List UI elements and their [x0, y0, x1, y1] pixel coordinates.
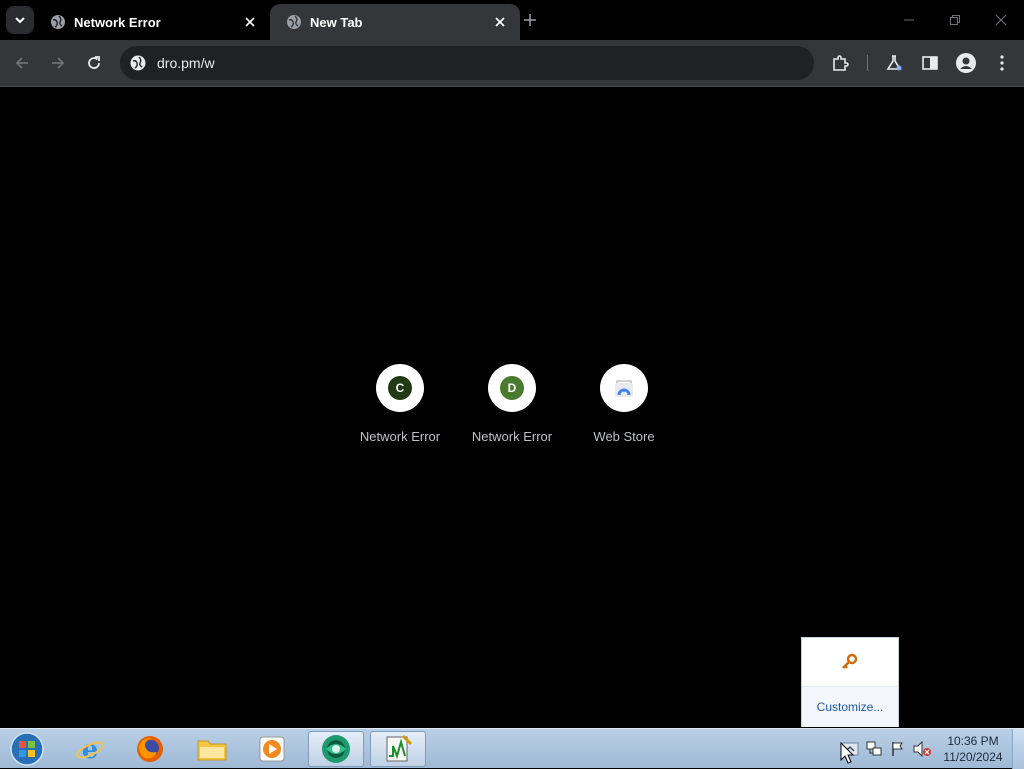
shortcut-tile[interactable]: C Network Error — [344, 364, 456, 444]
profile-button[interactable] — [954, 51, 978, 75]
address-text: dro.pm/w — [157, 55, 215, 71]
puzzle-icon — [833, 55, 849, 71]
shortcut-tile[interactable]: Web Store — [568, 364, 680, 444]
tray-network[interactable] — [864, 739, 884, 759]
windows-start-icon — [10, 732, 44, 766]
side-panel-button[interactable] — [918, 51, 942, 75]
activity-monitor-icon — [386, 734, 413, 762]
svg-text:e: e — [82, 735, 99, 764]
site-info-icon[interactable] — [129, 54, 147, 72]
taskbar-clock[interactable]: 10:36 PM 11/20/2024 — [938, 733, 1008, 765]
media-player-icon — [259, 736, 285, 762]
close-window-button[interactable] — [988, 8, 1014, 32]
close-icon — [995, 14, 1007, 26]
globe-icon — [287, 15, 301, 29]
taskbar-internet-explorer[interactable]: e — [62, 731, 118, 767]
new-tab-button[interactable] — [520, 10, 540, 30]
internet-explorer-icon: e — [76, 735, 104, 764]
close-tab-icon[interactable] — [490, 12, 510, 32]
taskbar-file-explorer[interactable] — [184, 731, 240, 767]
taskbar-activity-monitor[interactable] — [370, 731, 426, 767]
tab-title: New Tab — [310, 14, 363, 30]
taskbar-firefox[interactable] — [122, 731, 178, 767]
shortcut-letter-icon: C — [388, 376, 412, 400]
tab-new-tab[interactable]: New Tab — [270, 4, 520, 40]
minimize-icon — [904, 19, 914, 21]
flask-icon — [886, 55, 902, 71]
tab-title: Network Error — [74, 14, 161, 30]
shortcut-icon-circle: C — [376, 364, 424, 412]
shortcut-icon-circle — [600, 364, 648, 412]
chrome-green-icon — [322, 735, 350, 763]
toolbar-divider — [867, 55, 868, 71]
side-panel-icon — [922, 56, 938, 70]
address-bar[interactable]: dro.pm/w — [120, 46, 814, 80]
new-tab-page: C Network Error D Network Error Web Stor… — [0, 87, 1024, 728]
tray-overflow-popup: Customize... — [801, 637, 899, 727]
chevron-down-icon — [15, 17, 25, 24]
restore-button[interactable] — [942, 8, 968, 32]
shortcut-letter-icon: D — [500, 376, 524, 400]
flag-icon — [892, 742, 903, 756]
arrow-left-icon — [15, 57, 28, 69]
reload-icon — [88, 56, 100, 69]
tab-network-error[interactable]: Network Error — [38, 4, 270, 40]
back-button[interactable] — [10, 51, 34, 75]
globe-icon — [51, 15, 65, 29]
shortcut-label: Web Store — [593, 429, 655, 444]
more-vert-icon — [1000, 55, 1004, 71]
folder-icon — [197, 740, 227, 761]
shortcut-label: Network Error — [359, 429, 441, 444]
taskbar-chrome-green[interactable] — [308, 731, 364, 767]
extensions-button[interactable] — [828, 51, 852, 75]
customize-link[interactable]: Customize... — [802, 687, 898, 727]
taskbar-media-player[interactable] — [244, 731, 300, 767]
restore-icon — [950, 15, 960, 25]
volume-muted-icon — [913, 740, 931, 758]
arrow-right-icon — [52, 57, 65, 69]
browser-toolbar: dro.pm/w — [0, 40, 1024, 87]
browser-titlebar: Network Error New Tab — [0, 0, 1024, 40]
web-store-icon — [615, 380, 633, 397]
network-icon — [866, 741, 882, 756]
tab-search-button[interactable] — [6, 6, 34, 34]
minimize-button[interactable] — [896, 8, 922, 32]
show-desktop-button[interactable] — [1012, 729, 1024, 769]
forward-button[interactable] — [46, 51, 70, 75]
start-button[interactable] — [4, 730, 50, 768]
avatar-icon — [956, 53, 976, 73]
shortcut-tile[interactable]: D Network Error — [456, 364, 568, 444]
reload-button[interactable] — [82, 51, 106, 75]
taskbar: e 10:36 PM 11/20/2024 — [0, 728, 1024, 769]
tray-overflow-icons — [802, 638, 898, 687]
key-icon[interactable] — [841, 653, 859, 671]
labs-button[interactable] — [882, 51, 906, 75]
tray-volume[interactable] — [912, 739, 932, 759]
menu-button[interactable] — [990, 51, 1014, 75]
clock-date: 11/20/2024 — [943, 750, 1003, 764]
tray-action-center[interactable] — [888, 739, 908, 759]
shortcut-icon-circle: D — [488, 364, 536, 412]
firefox-icon — [137, 736, 163, 762]
close-tab-icon[interactable] — [240, 12, 260, 32]
mouse-cursor-icon — [840, 742, 854, 764]
clock-time: 10:36 PM — [947, 734, 999, 748]
plus-icon — [524, 14, 536, 26]
shortcut-label: Network Error — [471, 429, 553, 444]
